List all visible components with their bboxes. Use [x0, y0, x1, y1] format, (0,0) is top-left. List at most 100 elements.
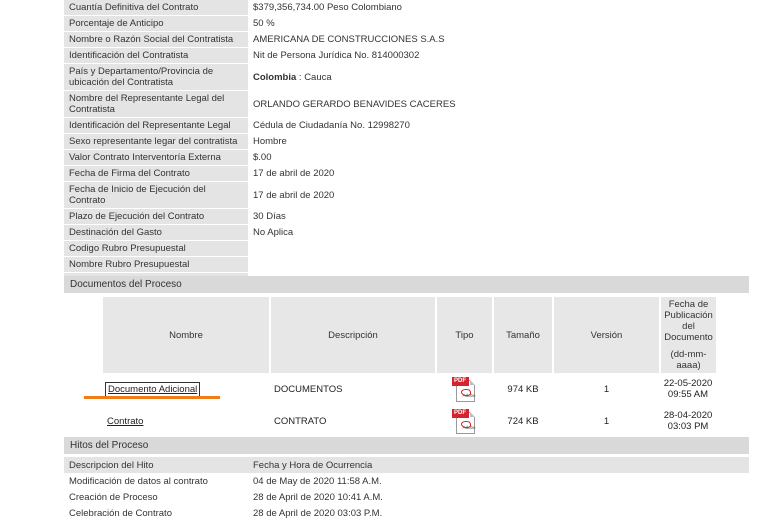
- detail-value: 30 Días: [248, 208, 749, 225]
- detail-row-destinacion: Destinación del Gasto No Aplica: [64, 224, 749, 241]
- table-row: Contrato CONTRATO PDF Adobe 724 KB 1 28-…: [103, 405, 716, 437]
- detail-value: Colombia : Cauca: [248, 63, 749, 91]
- detail-label: Porcentaje de Anticipo: [64, 15, 248, 32]
- detail-value: 50 %: [248, 15, 749, 32]
- document-date-cell: 28-04-2020 03:03 PM: [660, 405, 716, 437]
- detail-row-fecha-inicio: Fecha de Inicio de Ejecución del Contrat…: [64, 181, 749, 209]
- document-time: 03:03 PM: [667, 421, 709, 432]
- document-link-documento-adicional[interactable]: Documento Adicional: [104, 381, 201, 397]
- table-row: Celebración de Contrato 28 de April de 2…: [64, 505, 749, 521]
- column-header-description: Descripción: [270, 297, 437, 373]
- detail-row-interventoria: Valor Contrato Interventoría Externa $.0…: [64, 149, 749, 166]
- department-value: : Cauca: [296, 71, 332, 83]
- detail-row-nombre-rubro: Nombre Rubro Presupuestal: [64, 256, 749, 273]
- detail-label: Plazo de Ejecución del Contrato: [64, 208, 248, 225]
- document-description: DOCUMENTOS: [274, 383, 343, 395]
- detail-value: ORLANDO GERARDO BENAVIDES CACERES: [248, 90, 749, 118]
- document-date-cell: 22-05-2020 09:55 AM: [660, 373, 716, 405]
- document-size: 724 KB: [507, 415, 539, 427]
- document-size: 974 KB: [507, 383, 539, 395]
- column-header-milestone: Descripcion del Hito: [64, 457, 248, 473]
- documents-section-header: Documentos del Proceso: [64, 276, 749, 293]
- contract-details-table: Cuantía Definitiva del Contrato $379,356…: [64, 0, 749, 289]
- detail-label: País y Departamento/Provincia de ubicaci…: [64, 63, 248, 91]
- detail-value: Nit de Persona Jurídica No. 814000302: [248, 47, 749, 64]
- detail-row-sexo: Sexo representante legar del contratista…: [64, 133, 749, 150]
- milestone-datetime: 28 de April de 2020 03:03 P.M.: [253, 507, 383, 519]
- date-format-label: (dd-mm-aaaa): [670, 349, 707, 371]
- milestone-description: Celebración de Contrato: [69, 507, 172, 519]
- pdf-tag: PDF: [451, 408, 469, 418]
- detail-label: Nombre Rubro Presupuestal: [64, 256, 248, 273]
- detail-row-plazo: Plazo de Ejecución del Contrato 30 Días: [64, 208, 749, 225]
- document-link-contrato[interactable]: Contrato: [107, 416, 143, 427]
- detail-value: Hombre: [248, 133, 749, 150]
- document-version: 1: [603, 383, 610, 395]
- detail-value: [248, 240, 749, 257]
- adobe-brand: Adobe: [462, 424, 476, 430]
- detail-value: 17 de abril de 2020: [248, 181, 749, 209]
- milestone-description: Modificación de datos al contrato: [69, 475, 208, 487]
- detail-label: Valor Contrato Interventoría Externa: [64, 149, 248, 166]
- column-header-datetime: Fecha y Hora de Ocurrencia: [248, 457, 749, 473]
- detail-value: 17 de abril de 2020: [248, 165, 749, 182]
- column-header-type: Tipo: [436, 297, 494, 373]
- detail-row-representante: Nombre del Representante Legal del Contr…: [64, 90, 749, 118]
- pdf-tag: PDF: [451, 376, 469, 386]
- detail-label: Codigo Rubro Presupuestal: [64, 240, 248, 257]
- document-description: CONTRATO: [274, 415, 327, 427]
- detail-row-identificacion: Identificación del Contratista Nit de Pe…: [64, 47, 749, 64]
- milestones-section-header: Hitos del Proceso: [64, 437, 749, 454]
- detail-row-codigo-rubro: Codigo Rubro Presupuestal: [64, 240, 749, 257]
- detail-label: Fecha de Firma del Contrato: [64, 165, 248, 182]
- detail-row-cuantia: Cuantía Definitiva del Contrato $379,356…: [64, 0, 749, 16]
- detail-row-anticipo: Porcentaje de Anticipo 50 %: [64, 15, 749, 32]
- detail-value: No Aplica: [248, 224, 749, 241]
- detail-row-ubicacion: País y Departamento/Provincia de ubicaci…: [64, 63, 749, 91]
- detail-value: $.00: [248, 149, 749, 166]
- document-date: 28-04-2020: [663, 410, 713, 421]
- column-header-version: Versión: [553, 297, 661, 373]
- detail-label: Nombre o Razón Social del Contratista: [64, 31, 248, 48]
- table-row: Documento Adicional DOCUMENTOS PDF Adobe…: [103, 373, 716, 405]
- pdf-icon[interactable]: PDF Adobe: [451, 376, 478, 402]
- highlight-underline: [84, 396, 220, 399]
- milestones-header-row: Descripcion del Hito Fecha y Hora de Ocu…: [64, 457, 749, 473]
- milestones-table: Descripcion del Hito Fecha y Hora de Ocu…: [64, 457, 749, 521]
- detail-label: Fecha de Inicio de Ejecución del Contrat…: [64, 181, 248, 209]
- documents-header-row: Nombre Descripción Tipo Tamaño Versión F…: [103, 297, 716, 373]
- detail-label: Cuantía Definitiva del Contrato: [64, 0, 248, 16]
- detail-label: Sexo representante legar del contratista: [64, 133, 248, 150]
- table-row: Creación de Proceso 28 de April de 2020 …: [64, 489, 749, 505]
- document-type-cell: PDF Adobe: [436, 373, 493, 405]
- column-header-size: Tamaño: [493, 297, 554, 373]
- adobe-brand: Adobe: [462, 392, 476, 398]
- document-type-cell: PDF Adobe: [436, 405, 493, 437]
- pdf-icon[interactable]: PDF Adobe: [451, 408, 478, 434]
- milestone-datetime: 04 de May de 2020 11:58 A.M.: [253, 475, 382, 487]
- detail-label: Destinación del Gasto: [64, 224, 248, 241]
- detail-row-contratista: Nombre o Razón Social del Contratista AM…: [64, 31, 749, 48]
- table-row: Modificación de datos al contrato 04 de …: [64, 473, 749, 489]
- country-value: Colombia: [253, 71, 297, 83]
- detail-value: $379,356,734.00 Peso Colombiano: [248, 0, 749, 16]
- detail-value: [248, 256, 749, 273]
- detail-value: Cédula de Ciudadanía No. 12998270: [248, 117, 749, 134]
- detail-row-fecha-firma: Fecha de Firma del Contrato 17 de abril …: [64, 165, 749, 182]
- detail-value: AMERICANA DE CONSTRUCCIONES S.A.S: [248, 31, 749, 48]
- document-name-cell: Documento Adicional: [103, 373, 270, 405]
- column-header-date: Fecha de Publicación del Documento (dd-m…: [660, 297, 716, 373]
- date-header-label: Fecha de Publicación del Documento: [664, 299, 713, 343]
- milestone-datetime: 28 de April de 2020 10:41 A.M.: [253, 491, 383, 503]
- detail-label: Nombre del Representante Legal del Contr…: [64, 90, 248, 118]
- document-date: 22-05-2020: [663, 378, 713, 389]
- document-time: 09:55 AM: [667, 389, 709, 400]
- detail-label: Identificación del Contratista: [64, 47, 248, 64]
- detail-row-id-representante: Identificación del Representante Legal C…: [64, 117, 749, 134]
- detail-label: Identificación del Representante Legal: [64, 117, 248, 134]
- milestone-description: Creación de Proceso: [69, 491, 158, 503]
- documents-table: Nombre Descripción Tipo Tamaño Versión F…: [103, 297, 716, 437]
- column-header-name: Nombre: [103, 297, 271, 373]
- document-version: 1: [603, 415, 610, 427]
- document-name-cell: Contrato: [103, 405, 270, 437]
